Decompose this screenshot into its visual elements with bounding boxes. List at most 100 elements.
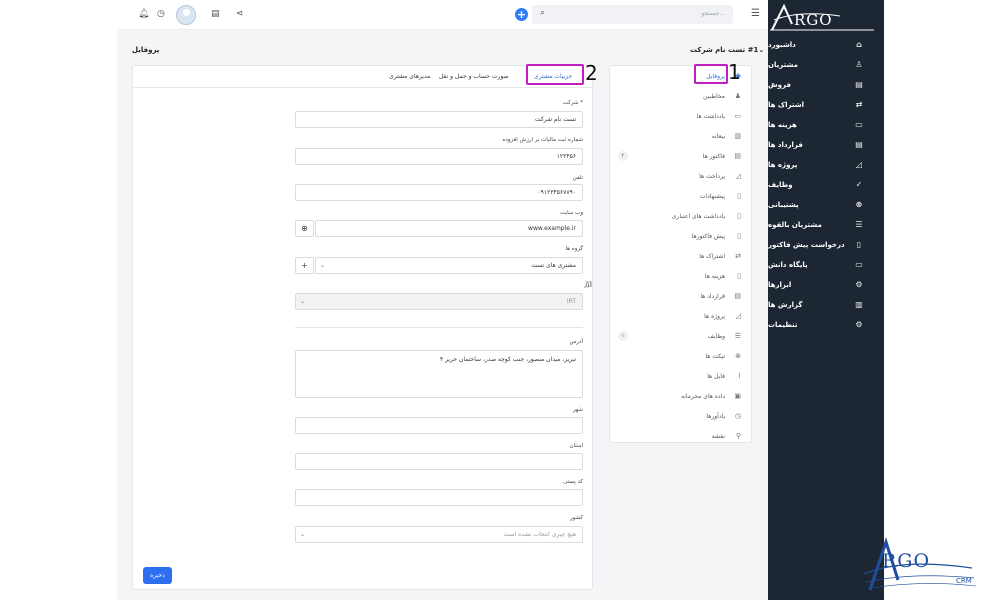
sidebar-item[interactable]: ☰ مشتریان بالقوه: [768, 215, 884, 235]
map-pin-icon: ⚲: [735, 432, 741, 440]
file-icon: ▤: [855, 140, 863, 149]
file-outline-icon: ▯: [856, 240, 862, 249]
menu-toggle-icon[interactable]: ☰: [751, 8, 760, 19]
sidebar-item[interactable]: ▭ هزینه ها: [768, 115, 884, 135]
zip-field[interactable]: [295, 489, 583, 506]
sidebar-item[interactable]: ⚙ تنظیمات: [768, 315, 884, 335]
nav-item-label: داده های محرمانه: [681, 392, 725, 400]
sidebar-item[interactable]: ⊗ پشتیبانی: [768, 195, 884, 215]
sidebar-item[interactable]: ◿ پروژه ها: [768, 155, 884, 175]
proposal-icon: ▯: [737, 192, 741, 200]
user-icon: ♙: [855, 60, 863, 69]
nav-item-label: هزینه ها: [704, 272, 725, 280]
tab-billing-shipping[interactable]: صورت حساب و حمل و نقل: [439, 73, 509, 80]
phone-field[interactable]: ۰۹۱۲۳۴۵۶۷۸۹۰: [295, 184, 583, 201]
nav-item[interactable]: ▥ بیعانه: [610, 126, 751, 146]
nav-item-label: وظایف: [707, 332, 725, 340]
nav-item-label: پرداخت ها: [699, 172, 725, 180]
nav-item[interactable]: ▯ پیش فاکتورها: [610, 226, 751, 246]
nav-item-label: یادآورها: [706, 412, 725, 420]
estimate-icon: ▯: [737, 232, 741, 240]
logo: RGO: [770, 2, 874, 32]
website-field[interactable]: www.example.ir: [315, 220, 583, 237]
nav-item[interactable]: ▭ یادداشت ها: [610, 106, 751, 126]
nav-item-label: یادداشت ها: [696, 112, 725, 120]
sidebar-item[interactable]: ▤ فروش ‹: [768, 75, 884, 95]
lock-icon: ▣: [734, 392, 741, 400]
sidebar-item[interactable]: ▭ پایگاه دانش: [768, 255, 884, 275]
website-label: وب سایت: [560, 210, 583, 216]
brand-logo: RGO CRM: [862, 528, 982, 596]
save-button[interactable]: ذخیره: [143, 567, 172, 584]
add-group-button[interactable]: +: [295, 257, 314, 274]
sidebar-item[interactable]: ▥ گزارش ها ‹: [768, 295, 884, 315]
nav-item[interactable]: ⌇ فایل ها: [610, 366, 751, 386]
search-input[interactable]: ⌕ جستجو...: [532, 5, 733, 24]
clipboard-icon[interactable]: ▤: [211, 9, 220, 19]
company-field[interactable]: تست نام شرکت: [295, 111, 583, 128]
nav-item[interactable]: ◷ یادآورها: [610, 406, 751, 426]
annotation-number-2: 2: [585, 61, 598, 85]
sidebar-item[interactable]: ✓ وظایف: [768, 175, 884, 195]
zip-label: کد پستی: [563, 479, 583, 485]
clock-icon: ◷: [734, 412, 741, 420]
lifebuoy-icon: ⊗: [855, 200, 863, 209]
nav-item[interactable]: ▣ داده های محرمانه: [610, 386, 751, 406]
credit-note-icon: ▯: [737, 212, 741, 220]
quick-create-button[interactable]: +: [515, 8, 528, 21]
nav-item[interactable]: ▤ قرارداد ها: [610, 286, 751, 306]
invoice-icon: ▤: [734, 152, 741, 160]
count-badge: ۲: [618, 151, 628, 161]
sidebar-item[interactable]: ⇄ اشتراک ها: [768, 95, 884, 115]
nav-item[interactable]: ◿ پروژه ها: [610, 306, 751, 326]
nav-item[interactable]: ⇄ اشتراک ها: [610, 246, 751, 266]
sidebar-item-label: هزینه ها: [768, 121, 797, 129]
tab-customer-admins[interactable]: مدیرهای مشتری: [389, 73, 430, 80]
nav-item[interactable]: ⊗ تیکت ها: [610, 346, 751, 366]
sync-icon: ⇄: [855, 100, 863, 109]
sidebar-item-label: اشتراک ها: [768, 101, 804, 109]
bell-icon[interactable]: 🔔︎: [138, 9, 149, 19]
nav-item[interactable]: ▯ پیشنهادات: [610, 186, 751, 206]
nav-item-label: مخاطبین: [703, 92, 725, 100]
sidebar-item[interactable]: ♙ مشتریان: [768, 55, 884, 75]
sidebar-item-label: پشتیبانی: [768, 201, 799, 209]
sidebar-item[interactable]: ⚙ ابزارها ‹: [768, 275, 884, 295]
city-label: شهر: [572, 407, 583, 413]
chart-icon: ◿: [855, 160, 863, 169]
sidebar-item-label: پروژه ها: [768, 161, 798, 169]
contract-icon: ▤: [734, 292, 741, 300]
country-select[interactable]: هیچ چیزی انتخاب نشده است: [295, 526, 583, 543]
home-icon: ⌂: [856, 40, 862, 49]
nav-item[interactable]: ▤ فاکتور ها ۲: [610, 146, 751, 166]
help-icon[interactable]: ?⃝: [585, 281, 592, 288]
nav-item[interactable]: ⚲ نقشه: [610, 426, 751, 446]
state-field[interactable]: [295, 453, 583, 470]
nav-item-label: نقشه: [711, 432, 725, 440]
avatar[interactable]: [176, 5, 196, 25]
logo-text: RGO: [794, 11, 833, 29]
brand-logo-text: RGO: [882, 550, 931, 572]
nav-item[interactable]: ▯ هزینه ها: [610, 266, 751, 286]
sidebar-item[interactable]: ▤ قرارداد ها: [768, 135, 884, 155]
clock-icon[interactable]: ◷: [157, 9, 165, 19]
globe-icon[interactable]: ⊕: [295, 220, 314, 237]
company-title: #1 تست نام شرکت: [690, 46, 759, 54]
groups-select[interactable]: مشتری های تست: [315, 257, 583, 274]
user-icon: ♟: [734, 92, 741, 100]
folder-icon: ▭: [855, 260, 863, 269]
vat-field[interactable]: ۱۲۳۴۵۶: [295, 148, 583, 165]
sidebar-item[interactable]: ⌂ داشبورد: [768, 35, 884, 55]
company-name[interactable]: ⌄#1 تست نام شرکت: [690, 46, 764, 54]
nav-item[interactable]: ♟ مخاطبین: [610, 86, 751, 106]
chart-bar-icon: ▥: [734, 132, 741, 140]
share-icon[interactable]: ⋖: [236, 9, 244, 19]
sidebar-item[interactable]: ▯ درخواست پیش فاکتور: [768, 235, 884, 255]
city-field[interactable]: [295, 417, 583, 434]
brand-logo-crm: CRM: [956, 577, 972, 585]
paperclip-icon: ⌇: [737, 372, 741, 380]
nav-item[interactable]: ◿ پرداخت ها: [610, 166, 751, 186]
nav-item[interactable]: ☰ وظایف ۱: [610, 326, 751, 346]
nav-item[interactable]: ▯ یادداشت های اعتباری: [610, 206, 751, 226]
address-field[interactable]: تبریز، میدان منصور، جنب کوچه صدر، ساختما…: [295, 350, 583, 398]
